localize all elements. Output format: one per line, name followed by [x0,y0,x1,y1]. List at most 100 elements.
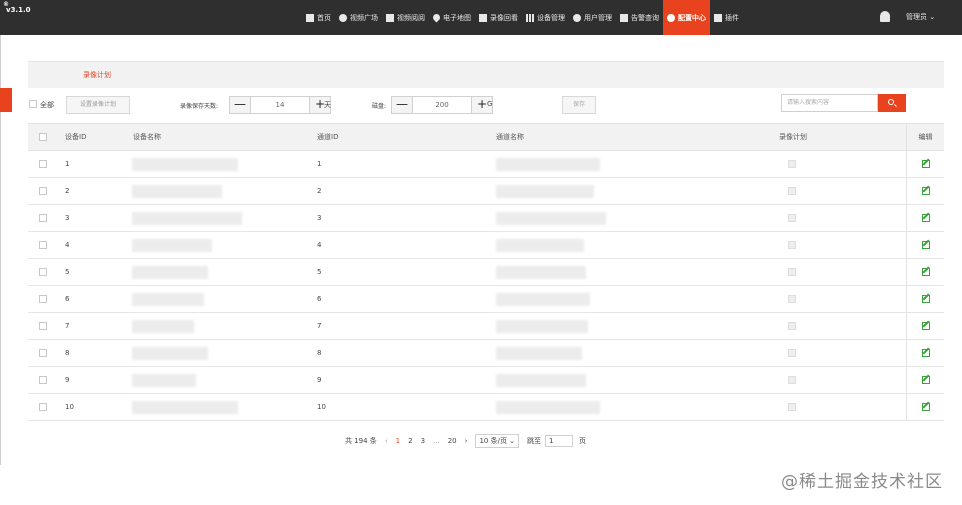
device-name-redacted [132,320,194,333]
row-checkbox[interactable] [39,349,47,357]
record-plan-cell [788,286,796,313]
edit-icon[interactable] [921,403,930,411]
nav-user-mgmt[interactable]: 用户管理 [569,0,616,35]
col-record-plan: 录像计划 [779,133,807,141]
nav-alarm-query[interactable]: 告警查询 [616,0,663,35]
row-checkbox[interactable] [39,268,47,276]
user-menu[interactable]: 管理员 ⌄ [906,12,935,22]
days-minus-button[interactable]: — [230,97,250,113]
record-plan-checkbox[interactable] [788,214,796,222]
channel-name-redacted [496,185,594,198]
header-checkbox[interactable] [39,133,47,141]
record-plan-checkbox[interactable] [788,349,796,357]
disk-minus-button[interactable]: — [392,97,412,113]
channel-id-cell: 7 [317,322,322,330]
select-all-checkbox[interactable] [29,100,37,108]
disk-size-stepper: — 200 + [391,96,493,114]
row-checkbox[interactable] [39,160,47,168]
nav-playback[interactable]: 录像回看 [475,0,522,35]
device-id-cell: 2 [65,187,70,195]
page-1[interactable]: 1 [396,437,400,445]
col-channel-id: 通道ID [317,133,339,141]
record-plan-checkbox[interactable] [788,322,796,330]
goto-label: 跳至 [527,437,542,445]
edit-icon[interactable] [921,295,930,303]
edit-icon[interactable] [921,349,930,357]
channel-id-cell: 2 [317,187,322,195]
row-checkbox[interactable] [39,241,47,249]
play-circle-icon [339,13,347,22]
row-checkbox-cell [39,394,47,421]
search-button[interactable] [878,94,906,112]
page-20[interactable]: 20 [448,437,457,445]
channel-name-redacted [496,239,584,252]
edit-cell [906,394,944,421]
row-checkbox[interactable] [39,187,47,195]
nav-video-square[interactable]: 视频广场 [335,0,382,35]
retention-days-label: 录像保存天数: [180,103,219,110]
device-id-cell: 7 [65,322,70,330]
disk-input[interactable]: 200 [412,97,472,113]
prev-page-button[interactable]: ‹ [385,437,388,445]
row-checkbox[interactable] [39,214,47,222]
top-nav-bar: ® v3.1.0 首页 视频广场 视频阅阅 电子地图 录像回看 设备管理 用户管… [0,0,962,35]
goto-page-input[interactable]: 1 [545,435,574,447]
disk-unit: G [487,100,493,108]
edit-icon[interactable] [921,322,930,330]
save-button[interactable]: 保存 [562,96,596,114]
edit-icon[interactable] [921,268,930,276]
device-id-cell: 4 [65,241,70,249]
search-icon [888,99,894,105]
row-checkbox[interactable] [39,376,47,384]
page-size-select[interactable]: 10 条/页 ⌄ [475,434,520,448]
nav-e-map[interactable]: 电子地图 [429,0,475,35]
nav-plugins[interactable]: 插件 [710,0,743,35]
sidebar-toggle[interactable] [0,88,12,112]
row-checkbox-cell [39,232,47,259]
nav-config-center[interactable]: 配置中心 [663,0,710,35]
page-3[interactable]: 3 [421,437,425,445]
registered-mark: ® [3,1,9,8]
row-checkbox-cell [39,340,47,367]
channel-id-cell: 6 [317,295,322,303]
channel-name-redacted [496,347,582,360]
edit-icon[interactable] [921,160,930,168]
tab-record-plan[interactable]: 录像计划 [83,70,111,80]
row-checkbox-cell [39,178,47,205]
set-record-plan-button[interactable]: 设置录像计划 [66,96,130,114]
next-page-button[interactable]: › [465,437,468,445]
edit-cell [906,286,944,313]
tab-bar: 录像计划 [28,61,944,88]
edit-icon[interactable] [921,187,930,195]
search-input[interactable]: 请输入搜索内容 [781,94,878,112]
col-device-id: 设备ID [65,133,87,141]
bell-icon[interactable] [880,11,890,22]
row-checkbox[interactable] [39,403,47,411]
row-checkbox[interactable] [39,322,47,330]
row-checkbox[interactable] [39,295,47,303]
total-count: 共 194 条 [345,437,377,445]
record-plan-checkbox[interactable] [788,295,796,303]
nav-device-mgmt[interactable]: 设备管理 [522,0,569,35]
record-plan-checkbox[interactable] [788,187,796,195]
camera-icon [479,13,487,22]
record-plan-checkbox[interactable] [788,241,796,249]
page-2[interactable]: 2 [408,437,412,445]
days-input[interactable]: 14 [250,97,310,113]
app-version: ® v3.1.0 [3,1,31,14]
edit-icon[interactable] [921,214,930,222]
row-checkbox-cell [39,205,47,232]
page-ellipsis[interactable]: ... [433,437,440,445]
record-plan-checkbox[interactable] [788,403,796,411]
nav-home[interactable]: 首页 [302,0,335,35]
nav-label: 配置中心 [678,13,706,22]
map-pin-icon [431,12,442,23]
edit-icon[interactable] [921,376,930,384]
channel-id-cell: 9 [317,376,322,384]
nav-video-browse[interactable]: 视频阅阅 [382,0,429,35]
edit-icon[interactable] [921,241,930,249]
record-plan-cell [788,367,796,394]
record-plan-checkbox[interactable] [788,160,796,168]
record-plan-checkbox[interactable] [788,376,796,384]
record-plan-checkbox[interactable] [788,268,796,276]
